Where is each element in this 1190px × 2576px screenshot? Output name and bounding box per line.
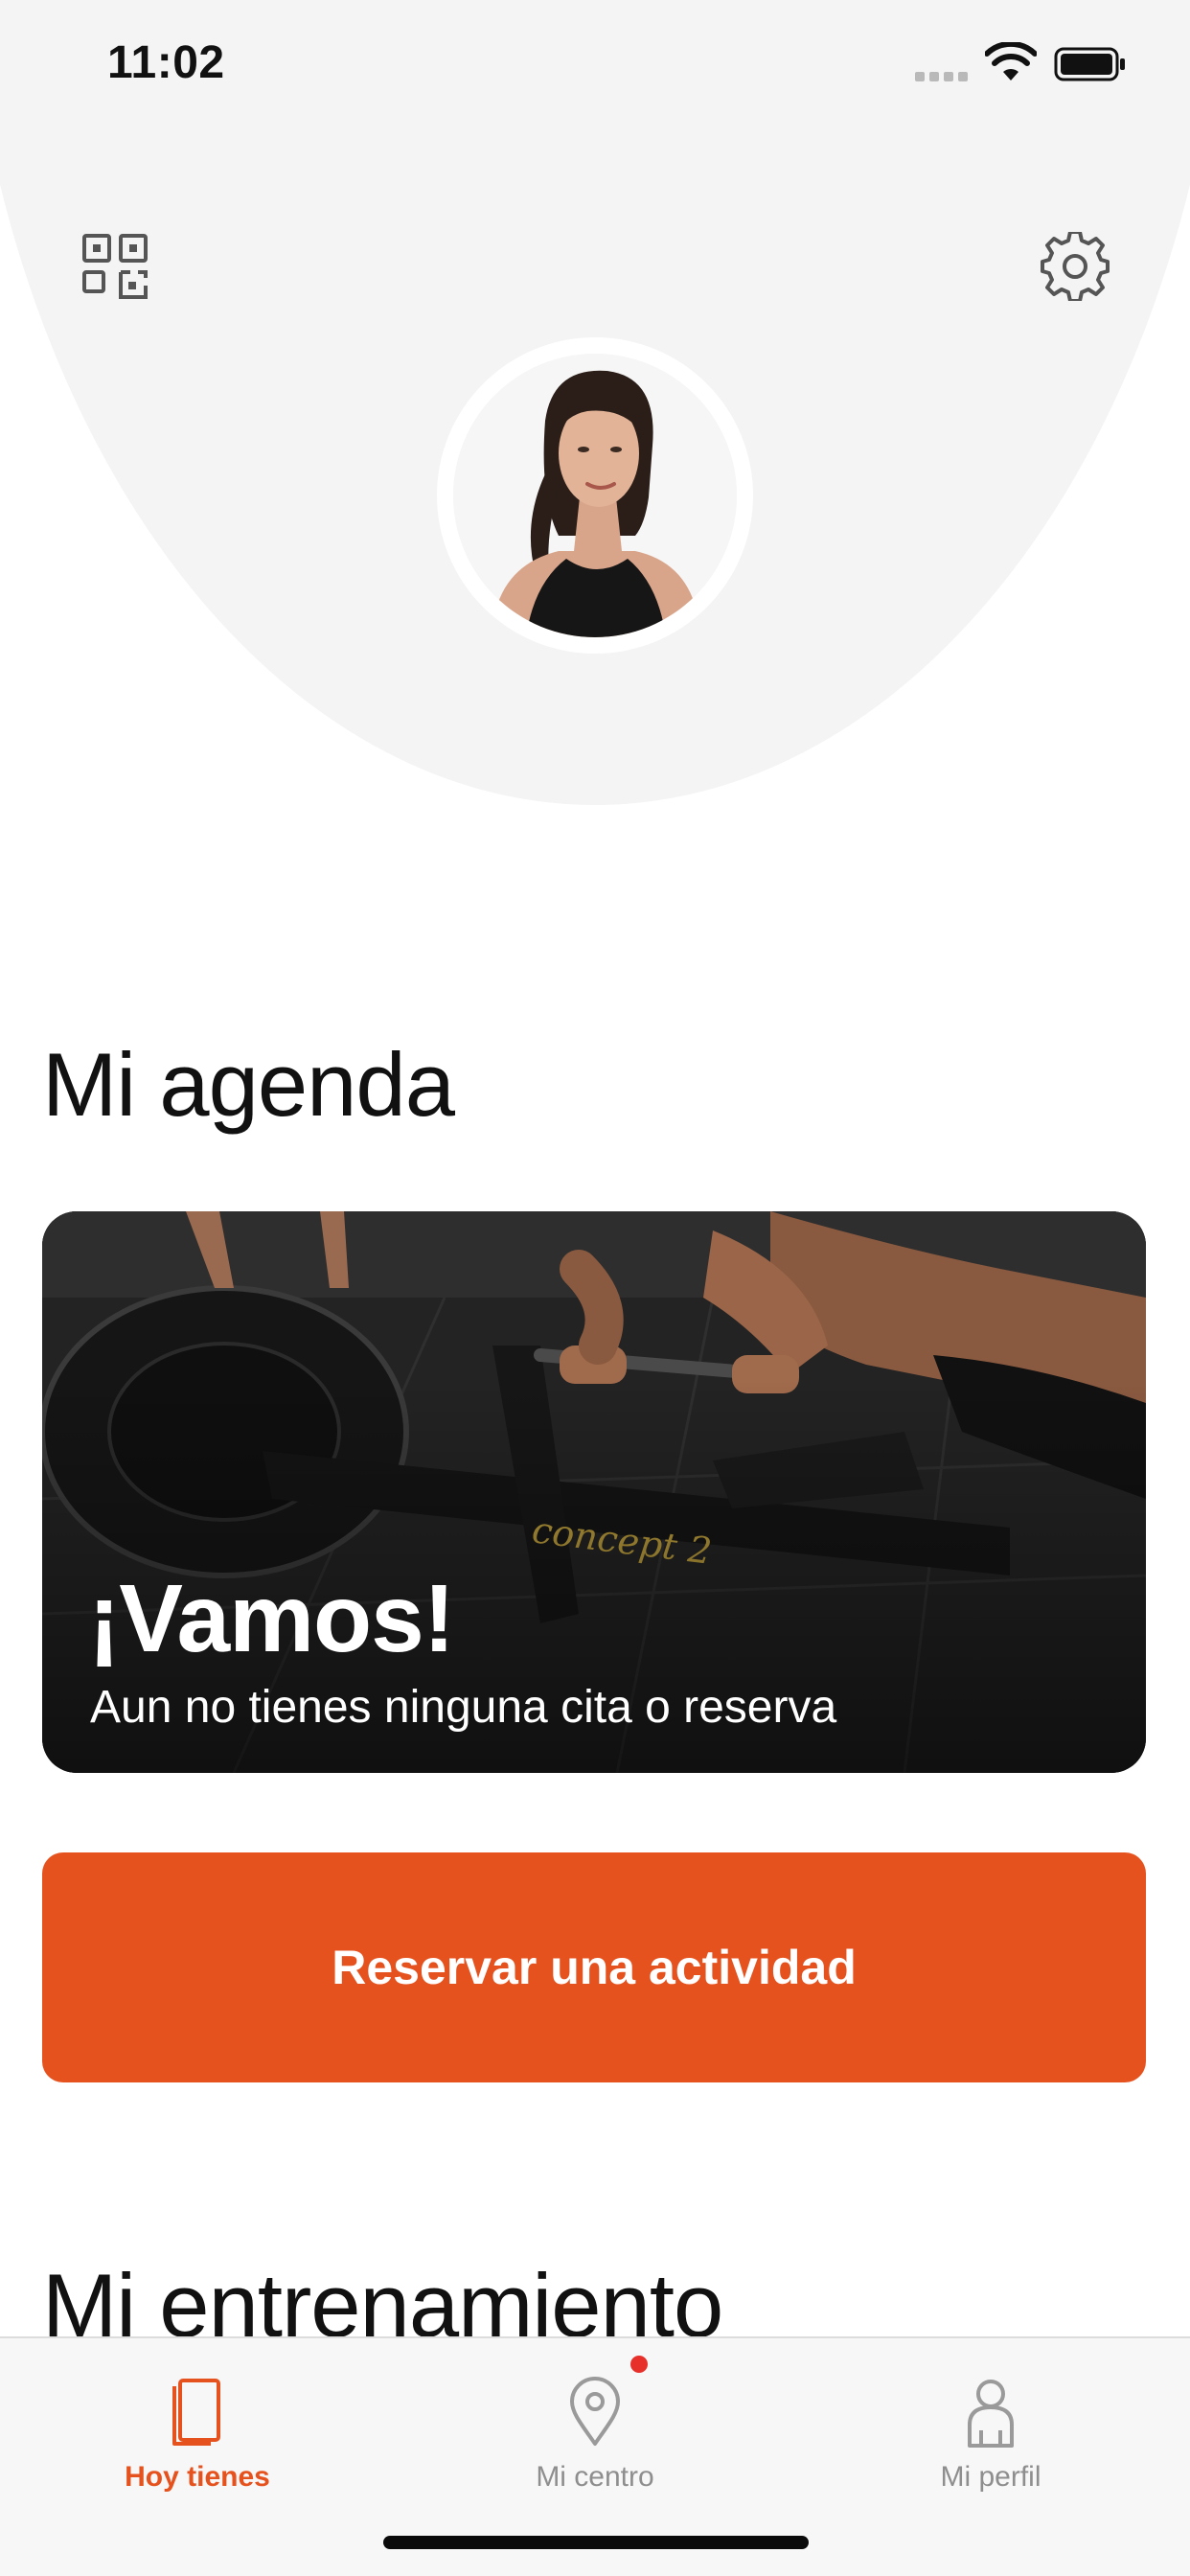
agenda-card-title: ¡Vamos! <box>88 1565 455 1672</box>
notebook-icon <box>172 2379 220 2446</box>
tab-mi-perfil[interactable]: Mi perfil <box>847 2358 1134 2520</box>
agenda-card[interactable]: concept 2 ¡Vamos! Aun no tienes ninguna … <box>42 1211 1146 1773</box>
notification-badge <box>630 2356 648 2373</box>
home-indicator[interactable] <box>383 2536 809 2549</box>
cellular-signal-icon <box>915 72 968 81</box>
battery-icon <box>1054 47 1125 81</box>
status-bar: 11:02 <box>0 0 1190 125</box>
book-activity-button[interactable]: Reservar una actividad <box>42 1852 1146 2082</box>
agenda-card-subtitle: Aun no tienes ninguna cita o reserva <box>90 1682 837 1733</box>
gear-icon[interactable] <box>1041 232 1110 301</box>
location-pin-icon <box>570 2377 620 2446</box>
person-icon <box>968 2380 1014 2448</box>
agenda-title: Mi agenda <box>42 1034 455 1135</box>
qr-code-icon[interactable] <box>80 232 149 301</box>
tab-hoy-tienes[interactable]: Hoy tienes <box>54 2358 341 2520</box>
tab-label: Mi centro <box>536 2461 654 2493</box>
profile-photo <box>453 354 737 637</box>
home-screen: 11:02 Mi agenda ¡Vamos! Aun no tienes ni… <box>0 0 1190 2576</box>
wifi-icon <box>985 42 1037 80</box>
tab-label: Mi perfil <box>940 2461 1041 2493</box>
avatar[interactable] <box>437 337 753 654</box>
tab-mi-centro[interactable]: Mi centro <box>451 2358 739 2520</box>
status-time: 11:02 <box>107 37 225 88</box>
tab-label: Hoy tienes <box>125 2461 270 2493</box>
